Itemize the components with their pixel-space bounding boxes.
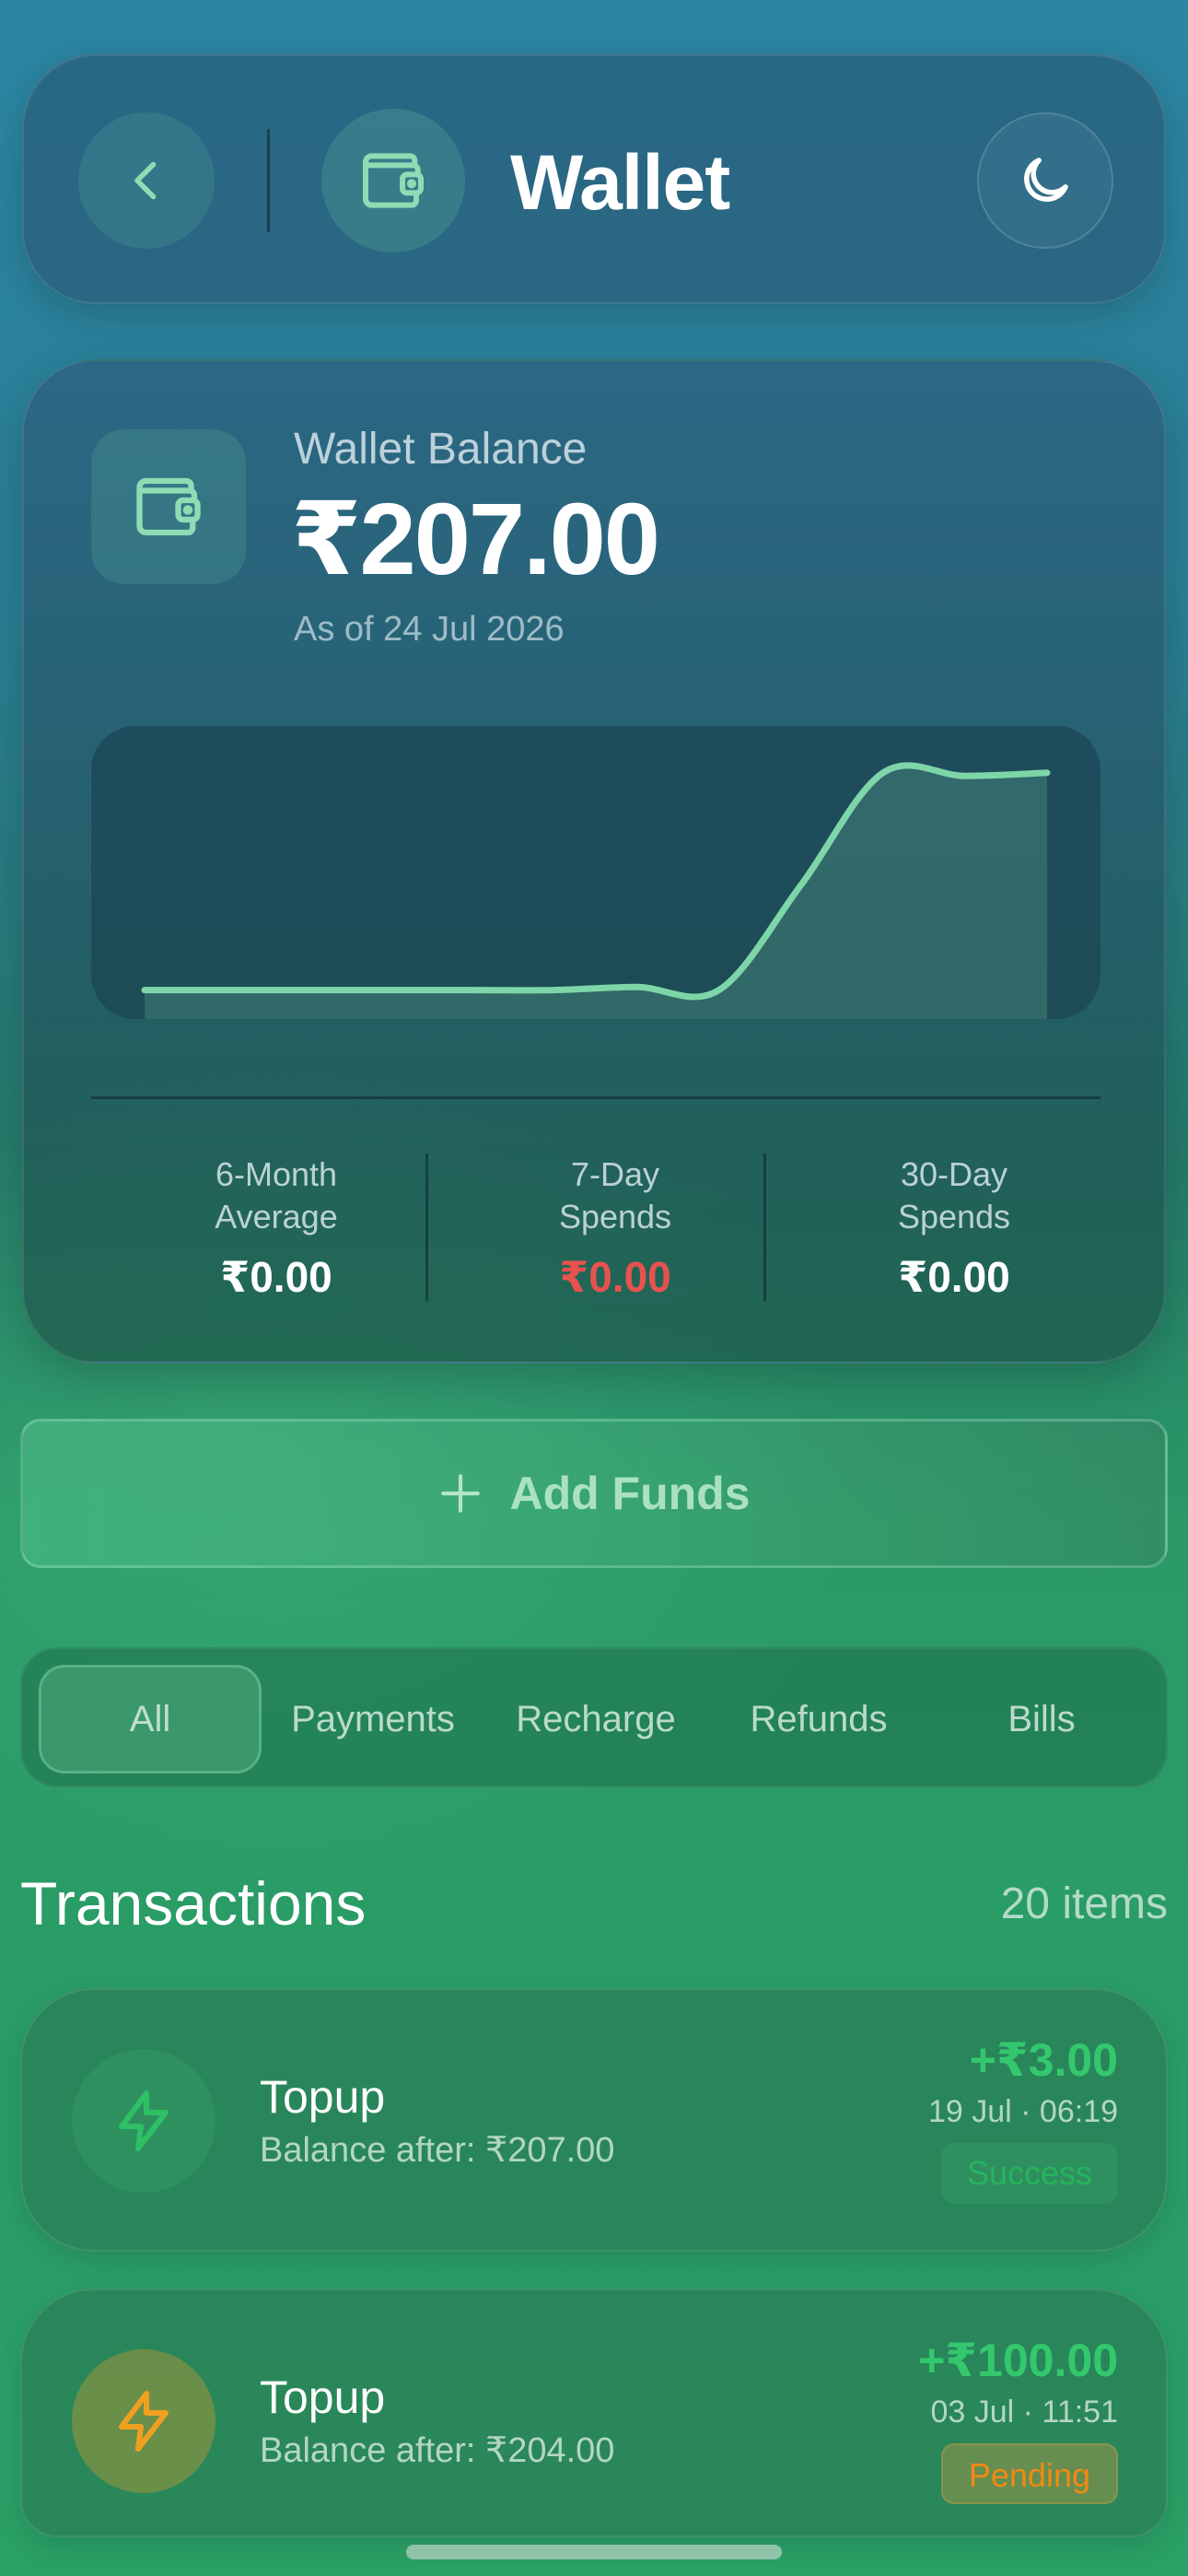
wallet-icon bbox=[363, 153, 424, 208]
stat-six-month-average: 6-Month Average ₹0.00 bbox=[129, 1153, 424, 1303]
transaction-name: Topup bbox=[260, 2371, 386, 2423]
transaction-name: Topup bbox=[260, 2071, 386, 2123]
balance-icon-box bbox=[91, 429, 246, 584]
stat-thirty-day-spends: 30-Day Spends ₹0.00 bbox=[807, 1153, 1101, 1303]
stat-label: 30-Day Spends bbox=[897, 1155, 1011, 1235]
tab-all[interactable]: All bbox=[39, 1665, 262, 1774]
balance-chart bbox=[91, 726, 1101, 1019]
transaction-item[interactable]: Topup Balance after: ₹207.00 +₹3.00 19 J… bbox=[20, 1988, 1168, 2252]
transactions-heading: Transactions bbox=[20, 1869, 367, 1938]
transaction-filter-tabs: All Payments Recharge Refunds Bills bbox=[20, 1647, 1168, 1787]
balance-date: As of 24 Jul 2026 bbox=[294, 610, 565, 649]
lightning-icon bbox=[119, 2090, 169, 2151]
status-badge: Pending bbox=[940, 2443, 1118, 2504]
card-divider bbox=[91, 1096, 1101, 1099]
add-funds-label: Add Funds bbox=[509, 1468, 751, 1519]
chart-area-fill bbox=[145, 765, 1047, 1019]
page-title: Wallet bbox=[510, 139, 730, 226]
stat-value: ₹0.00 bbox=[220, 1253, 332, 1301]
moon-icon bbox=[1024, 158, 1068, 202]
tab-payments[interactable]: Payments bbox=[262, 1665, 484, 1774]
tab-refunds[interactable]: Refunds bbox=[707, 1665, 930, 1774]
back-button[interactable] bbox=[78, 112, 215, 249]
balance-amount: ₹207.00 bbox=[291, 483, 660, 596]
app-header: Wallet bbox=[22, 53, 1166, 304]
transaction-amount: +₹3.00 bbox=[969, 2034, 1118, 2086]
stat-value: ₹0.00 bbox=[559, 1253, 671, 1301]
stat-label: 7-Day Spends bbox=[558, 1155, 672, 1235]
transactions-count: 20 items bbox=[1000, 1879, 1168, 1928]
transaction-icon bbox=[72, 2049, 215, 2193]
wallet-icon bbox=[136, 477, 201, 536]
stat-seven-day-spends: 7-Day Spends ₹0.00 bbox=[468, 1153, 763, 1303]
transaction-balance-after: Balance after: ₹204.00 bbox=[260, 2431, 615, 2470]
tab-bills[interactable]: Bills bbox=[930, 1665, 1153, 1774]
balance-label: Wallet Balance bbox=[294, 425, 588, 474]
stat-label: 6-Month Average bbox=[215, 1155, 338, 1235]
add-funds-button[interactable]: Add Funds bbox=[20, 1419, 1168, 1568]
wallet-badge bbox=[321, 109, 465, 252]
balance-card: Wallet Balance ₹207.00 As of 24 Jul 2026… bbox=[22, 359, 1166, 1364]
chevron-left-icon bbox=[134, 161, 157, 200]
theme-toggle-button[interactable] bbox=[977, 112, 1113, 249]
stat-divider bbox=[763, 1153, 766, 1301]
plus-icon bbox=[441, 1474, 481, 1513]
transaction-time: 19 Jul · 06:19 bbox=[927, 2094, 1118, 2129]
stat-divider bbox=[425, 1153, 428, 1301]
transaction-time: 03 Jul · 11:51 bbox=[930, 2395, 1118, 2430]
balance-chart-svg bbox=[141, 762, 1051, 1019]
transaction-item[interactable]: Topup Balance after: ₹204.00 +₹100.00 03… bbox=[20, 2289, 1168, 2537]
status-badge: Success bbox=[940, 2143, 1118, 2204]
tab-recharge[interactable]: Recharge bbox=[484, 1665, 707, 1774]
stat-value: ₹0.00 bbox=[898, 1253, 1010, 1301]
transaction-icon bbox=[72, 2349, 215, 2493]
home-indicator[interactable] bbox=[406, 2545, 782, 2559]
transaction-balance-after: Balance after: ₹207.00 bbox=[260, 2131, 615, 2170]
transaction-amount: +₹100.00 bbox=[918, 2335, 1118, 2386]
lightning-icon bbox=[119, 2391, 169, 2452]
header-divider bbox=[267, 129, 270, 232]
